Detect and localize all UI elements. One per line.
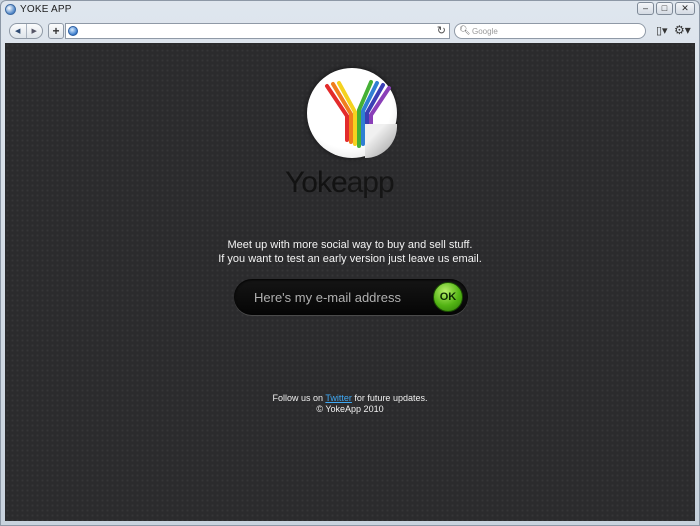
email-field[interactable] bbox=[254, 288, 414, 306]
brand-bold: Yoke bbox=[285, 166, 348, 199]
tagline-line-1: Meet up with more social way to buy and … bbox=[227, 239, 473, 251]
follow-suffix: for future updates. bbox=[351, 393, 428, 403]
close-button[interactable]: ✕ bbox=[675, 2, 695, 15]
twitter-link[interactable]: Twitter bbox=[325, 393, 352, 403]
new-tab-button[interactable]: + bbox=[48, 23, 64, 39]
search-icon: 🔍︎ bbox=[459, 25, 471, 35]
brand-wordmark: Yokeapp bbox=[285, 166, 395, 200]
follow-prefix: Follow us on bbox=[272, 393, 326, 403]
maximize-button[interactable]: □ bbox=[656, 2, 673, 15]
browser-toolbar: ◀ ▶ + ↻ 🔍︎ ▯▾ ⚙▾ bbox=[1, 20, 699, 43]
footer: Follow us on Twitter for future updates.… bbox=[5, 393, 695, 415]
brand-light: app bbox=[346, 166, 395, 199]
window-controls: – □ ✕ bbox=[637, 2, 695, 15]
browser-window: YOKE APP – □ ✕ ◀ ▶ + ↻ 🔍︎ ▯▾ ⚙▾ bbox=[0, 0, 700, 526]
copyright: © YokeApp 2010 bbox=[316, 404, 384, 414]
yokeapp-logo bbox=[307, 68, 397, 158]
email-signup-form: OK bbox=[234, 279, 468, 315]
minimize-icon: – bbox=[642, 3, 648, 13]
close-icon: ✕ bbox=[681, 3, 689, 13]
ok-button[interactable]: OK bbox=[433, 282, 463, 312]
page-menu-icon[interactable]: ▯▾ bbox=[656, 24, 668, 37]
window-title: YOKE APP bbox=[20, 4, 72, 15]
globe-icon bbox=[68, 26, 78, 36]
back-button[interactable]: ◀ bbox=[10, 24, 27, 38]
follow-text: Follow us on Twitter for future updates. bbox=[5, 393, 695, 404]
forward-button[interactable]: ▶ bbox=[27, 24, 43, 38]
tools-menu-icon[interactable]: ⚙▾ bbox=[674, 23, 691, 37]
search-box[interactable]: 🔍︎ bbox=[454, 23, 646, 39]
tagline-line-2: If you want to test an early version jus… bbox=[218, 253, 482, 265]
browser-app-icon bbox=[5, 4, 16, 15]
reload-icon[interactable]: ↻ bbox=[437, 24, 446, 37]
search-input[interactable] bbox=[472, 25, 637, 37]
page-viewport: Yokeapp Meet up with more social way to … bbox=[5, 43, 695, 521]
tagline: Meet up with more social way to buy and … bbox=[5, 238, 695, 266]
maximize-icon: □ bbox=[661, 3, 668, 13]
address-bar[interactable]: ↻ bbox=[65, 23, 450, 39]
minimize-button[interactable]: – bbox=[637, 2, 654, 15]
title-bar: YOKE APP – □ ✕ bbox=[1, 1, 699, 19]
nav-buttons: ◀ ▶ bbox=[9, 23, 43, 39]
